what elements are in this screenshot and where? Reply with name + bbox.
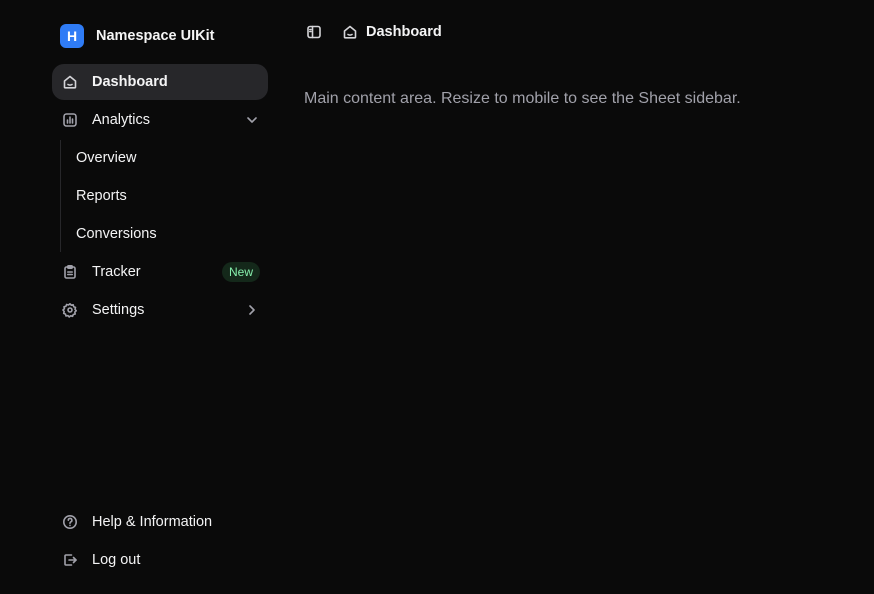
breadcrumb: Dashboard: [342, 24, 442, 40]
home-icon: [62, 74, 78, 90]
logout-icon: [62, 552, 78, 568]
sidebar-subitem-conversions[interactable]: Conversions: [61, 216, 268, 252]
sidebar-item-label: Tracker: [92, 264, 141, 280]
sidebar-item-analytics[interactable]: Analytics: [52, 102, 268, 138]
sidebar-item-settings[interactable]: Settings: [52, 292, 268, 328]
new-badge: New: [221, 262, 260, 282]
clipboard-icon: [62, 264, 78, 280]
chevron-down-icon[interactable]: [244, 112, 260, 128]
sidebar-toggle-button[interactable]: [304, 22, 324, 42]
page-title: Dashboard: [366, 24, 442, 40]
chevron-right-icon[interactable]: [244, 302, 260, 318]
sidebar-nav: Dashboard Analytics Overview Reports Con…: [52, 64, 268, 330]
sidebar-item-label: Help & Information: [92, 514, 213, 530]
sidebar-item-logout[interactable]: Log out: [52, 542, 268, 578]
sidebar-item-dashboard[interactable]: Dashboard: [52, 64, 268, 100]
sidebar-item-label: Log out: [92, 552, 141, 568]
sidebar-item-label: Dashboard: [92, 74, 168, 90]
brand[interactable]: H Namespace UIKit: [60, 24, 214, 48]
sidebar-subitem-reports[interactable]: Reports: [61, 178, 268, 214]
chart-icon: [62, 112, 78, 128]
sidebar-subitem-overview[interactable]: Overview: [61, 140, 268, 176]
brand-logo: H: [60, 24, 84, 48]
help-circle-icon: [62, 514, 78, 530]
sidebar-footer: Help & Information Log out: [52, 504, 268, 580]
gear-icon: [62, 302, 78, 318]
sidebar-item-help[interactable]: Help & Information: [52, 504, 268, 540]
main-content-text: Main content area. Resize to mobile to s…: [304, 90, 741, 107]
brand-name: Namespace UIKit: [96, 28, 215, 44]
sidebar-toggle-icon: [306, 24, 322, 40]
app-shell: H Namespace UIKit Dashboard Analytics Ov…: [0, 0, 874, 594]
sidebar: H Namespace UIKit Dashboard Analytics Ov…: [0, 0, 284, 594]
sidebar-item-label: Analytics: [92, 112, 151, 128]
home-icon: [342, 24, 358, 40]
main-content: Dashboard Main content area. Resize to m…: [284, 0, 874, 594]
analytics-submenu: Overview Reports Conversions: [60, 140, 268, 252]
sidebar-item-label: Settings: [92, 302, 145, 318]
header: Dashboard: [304, 22, 442, 42]
sidebar-item-tracker[interactable]: Tracker New: [52, 254, 268, 290]
